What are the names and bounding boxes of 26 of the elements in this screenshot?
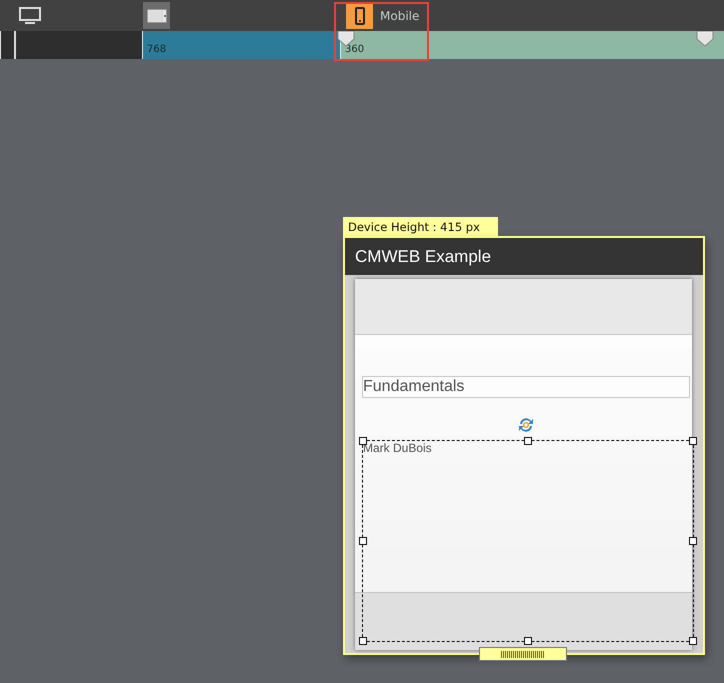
input-field[interactable]: Fundamentals bbox=[362, 376, 690, 398]
resize-handle[interactable] bbox=[524, 437, 532, 445]
tablet-icon bbox=[146, 8, 166, 22]
device-height-label: Device Height : 415 px bbox=[343, 217, 498, 236]
resize-handle[interactable] bbox=[689, 637, 697, 645]
author-name: Mark DuBois bbox=[363, 441, 432, 455]
grip-lines-icon bbox=[501, 650, 545, 658]
device-button[interactable]: Mobile bbox=[346, 2, 420, 29]
device-button[interactable] bbox=[143, 2, 170, 29]
monitor-icon bbox=[18, 6, 40, 24]
breakpoint-label: 768 bbox=[147, 44, 166, 55]
resize-handle[interactable] bbox=[359, 637, 367, 645]
ruler-segment[interactable] bbox=[0, 31, 142, 59]
phone-icon bbox=[354, 6, 364, 24]
refresh-icon bbox=[517, 417, 535, 433]
resize-handle[interactable] bbox=[524, 637, 532, 645]
resize-handle[interactable] bbox=[689, 537, 697, 545]
ruler-segment[interactable]: 360 bbox=[340, 31, 724, 59]
breakpoint-label: 360 bbox=[345, 44, 364, 55]
selection-box[interactable]: Mark DuBois bbox=[362, 440, 694, 642]
app-header-title: CMWEB Example bbox=[345, 238, 703, 275]
resize-grip[interactable] bbox=[479, 647, 567, 661]
resize-handle[interactable] bbox=[689, 437, 697, 445]
ruler-marker-icon bbox=[14, 31, 16, 59]
resize-handle[interactable] bbox=[359, 437, 367, 445]
resize-handle[interactable] bbox=[359, 537, 367, 545]
